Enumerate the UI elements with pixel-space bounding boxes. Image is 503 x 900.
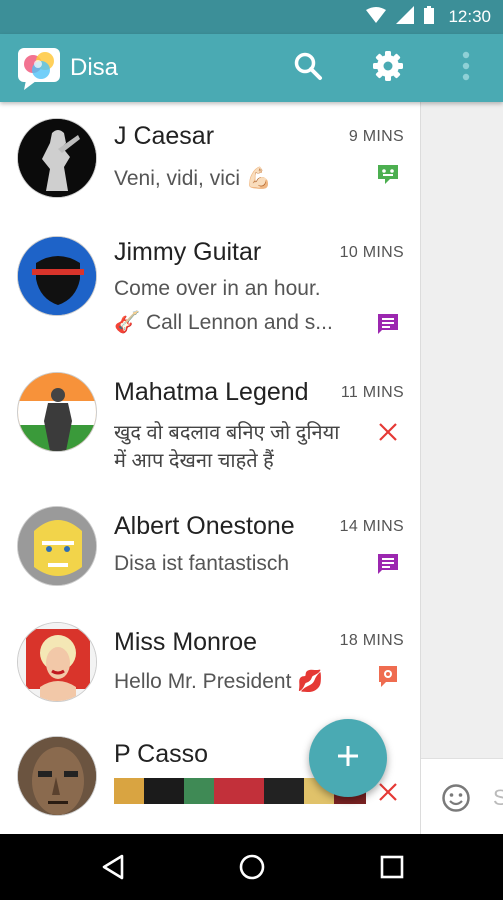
- message-icon: [376, 664, 400, 688]
- message-preview: Hello Mr. President 💋: [114, 670, 324, 693]
- sms-icon: [376, 552, 400, 576]
- conversation-row[interactable]: Miss Monroe 18 MINS Hello Mr. President …: [0, 610, 420, 726]
- recents-button[interactable]: [377, 852, 407, 882]
- contact-name: J Caesar: [114, 122, 215, 150]
- message-preview: खुद वो बदलाव बनिए जो दुनिया: [114, 422, 340, 444]
- contact-name: Miss Monroe: [114, 628, 258, 656]
- message-preview-line2: में आप देखना चाहते हैं: [114, 450, 274, 472]
- conversation-row[interactable]: J Caesar 9 MINS Veni, vidi, vici 💪🏻: [0, 102, 420, 220]
- composer-hint: S: [493, 785, 503, 810]
- overflow-menu-button[interactable]: [448, 50, 484, 86]
- more-vert-icon: [462, 51, 470, 86]
- hangouts-icon: [376, 162, 400, 186]
- failed-icon: [376, 780, 400, 804]
- settings-button[interactable]: [370, 50, 406, 86]
- conversation-row[interactable]: Mahatma Legend 11 MINS खुद वो बदलाव बनिए…: [0, 360, 420, 494]
- search-icon: [293, 51, 323, 86]
- status-time: 12:30: [448, 7, 491, 26]
- timestamp: 11 MINS: [340, 384, 404, 401]
- timestamp: 10 MINS: [339, 244, 404, 261]
- app-title: Disa: [70, 54, 119, 81]
- home-button[interactable]: [237, 852, 267, 882]
- avatar: [17, 736, 97, 816]
- conversation-row[interactable]: Jimmy Guitar 10 MINS Come over in an hou…: [0, 220, 420, 360]
- status-bar: 12:30: [0, 0, 503, 34]
- contact-name: Jimmy Guitar: [114, 238, 262, 266]
- contact-name: P Casso: [114, 740, 209, 768]
- wifi-icon: [366, 6, 387, 28]
- gear-icon: [372, 50, 404, 87]
- navigation-bar: [0, 834, 503, 900]
- timestamp: 9 MINS: [348, 128, 404, 145]
- message-preview: Veni, vidi, vici 💪🏻: [114, 167, 273, 190]
- avatar: [17, 506, 97, 586]
- emoji-icon[interactable]: [441, 783, 471, 818]
- avatar: [17, 236, 97, 316]
- battery-icon: [424, 5, 435, 29]
- app-bar: Disa: [0, 34, 503, 102]
- back-button[interactable]: [98, 852, 128, 882]
- chat-pane: S: [420, 102, 503, 834]
- message-preview: Disa ist fantastisch: [114, 552, 290, 575]
- conversation-row[interactable]: Albert Onestone 14 MINS Disa ist fantast…: [0, 494, 420, 610]
- timestamp: 14 MINS: [339, 518, 404, 535]
- contact-name: Mahatma Legend: [114, 378, 309, 406]
- search-button[interactable]: [290, 50, 326, 86]
- disa-logo-icon: [16, 44, 64, 92]
- avatar: [17, 622, 97, 702]
- plus-icon: [336, 744, 360, 773]
- new-conversation-button[interactable]: [309, 719, 387, 797]
- timestamp: 18 MINS: [339, 632, 404, 649]
- signal-icon: [396, 5, 415, 29]
- avatar: [17, 372, 97, 452]
- contact-name: Albert Onestone: [114, 512, 295, 540]
- sms-icon: [376, 312, 400, 336]
- message-composer[interactable]: S: [421, 758, 503, 834]
- message-preview: Come over in an hour.: [114, 277, 321, 300]
- message-preview-line2: 🎸 Call Lennon and s...: [114, 311, 333, 334]
- avatar: [17, 118, 97, 198]
- failed-icon: [376, 420, 400, 444]
